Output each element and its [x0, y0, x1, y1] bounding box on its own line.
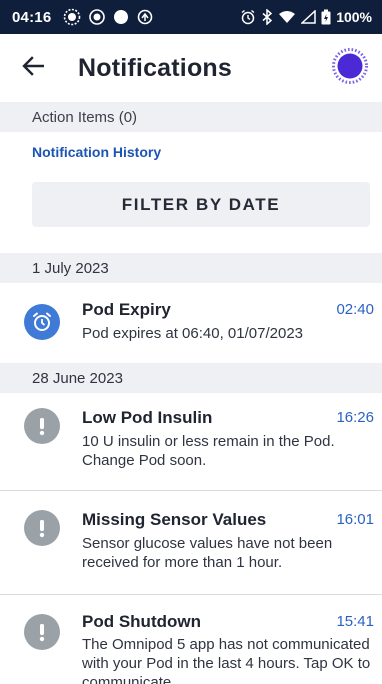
status-bar: 04:16 100% — [0, 0, 382, 34]
date-header-label: 28 June 2023 — [32, 369, 123, 387]
notification-time: 15:41 — [336, 614, 374, 630]
exclamation-icon — [24, 408, 60, 444]
filter-by-date-label: FILTER BY DATE — [121, 194, 281, 214]
notification-title: Missing Sensor Values — [82, 510, 267, 529]
exclamation-icon — [24, 510, 60, 546]
notification-body: Pod expires at 06:40, 01/07/2023 — [82, 325, 304, 342]
action-items-label: Action Items (0) — [32, 108, 138, 126]
notification-item[interactable]: Pod Shutdown 15:41 The Omnipod 5 app has… — [0, 614, 382, 684]
omnipod-icon — [63, 8, 81, 26]
battery-icon — [321, 9, 331, 25]
date-header-label: 1 July 2023 — [32, 259, 109, 277]
notification-time: 16:26 — [336, 409, 374, 426]
battery-percent: 100% — [336, 9, 372, 25]
circle-icon — [113, 9, 129, 25]
vpn-icon — [137, 9, 153, 25]
notification-time: 16:01 — [336, 511, 374, 528]
page-title: Notifications — [78, 53, 232, 82]
notification-item[interactable]: Low Pod Insulin 16:26 10 U insulin or le… — [0, 404, 382, 490]
notification-body: The Omnipod 5 app has not communicated w… — [82, 636, 371, 684]
notification-item[interactable]: Missing Sensor Values 16:01 Sensor gluco… — [0, 510, 382, 596]
alarm-icon — [240, 9, 256, 25]
back-button[interactable] — [22, 53, 52, 83]
notification-body: Sensor glucose values have not been rece… — [82, 535, 333, 571]
notification-time: 02:40 — [336, 301, 374, 318]
exclamation-icon — [24, 614, 60, 650]
notification-title: Pod Shutdown — [82, 614, 201, 631]
divider — [0, 490, 382, 491]
notification-history-link[interactable]: Notification History — [32, 144, 161, 160]
alarm-clock-icon — [24, 304, 60, 340]
action-items-bar: Action Items (0) — [0, 102, 382, 132]
app-bar: Notifications — [0, 34, 382, 102]
signal-icon — [301, 10, 316, 24]
wifi-icon — [278, 10, 296, 24]
date-header: 1 July 2023 — [0, 253, 382, 283]
notification-title: Low Pod Insulin — [82, 408, 213, 427]
bluetooth-icon — [261, 9, 273, 25]
notification-item[interactable]: Pod Expiry 02:40 Pod expires at 06:40, 0… — [0, 290, 382, 360]
notification-title: Pod Expiry — [82, 300, 171, 319]
pod-status-button[interactable] — [330, 47, 370, 90]
arrow-left-icon — [22, 55, 45, 81]
notification-body: 10 U insulin or less remain in the Pod. … — [82, 433, 335, 469]
record-icon — [89, 9, 106, 25]
status-time: 04:16 — [12, 8, 52, 26]
date-header: 28 June 2023 — [0, 363, 382, 393]
pod-status-ring-icon — [331, 47, 369, 90]
filter-by-date-button[interactable]: FILTER BY DATE — [32, 182, 370, 227]
divider — [0, 594, 382, 595]
